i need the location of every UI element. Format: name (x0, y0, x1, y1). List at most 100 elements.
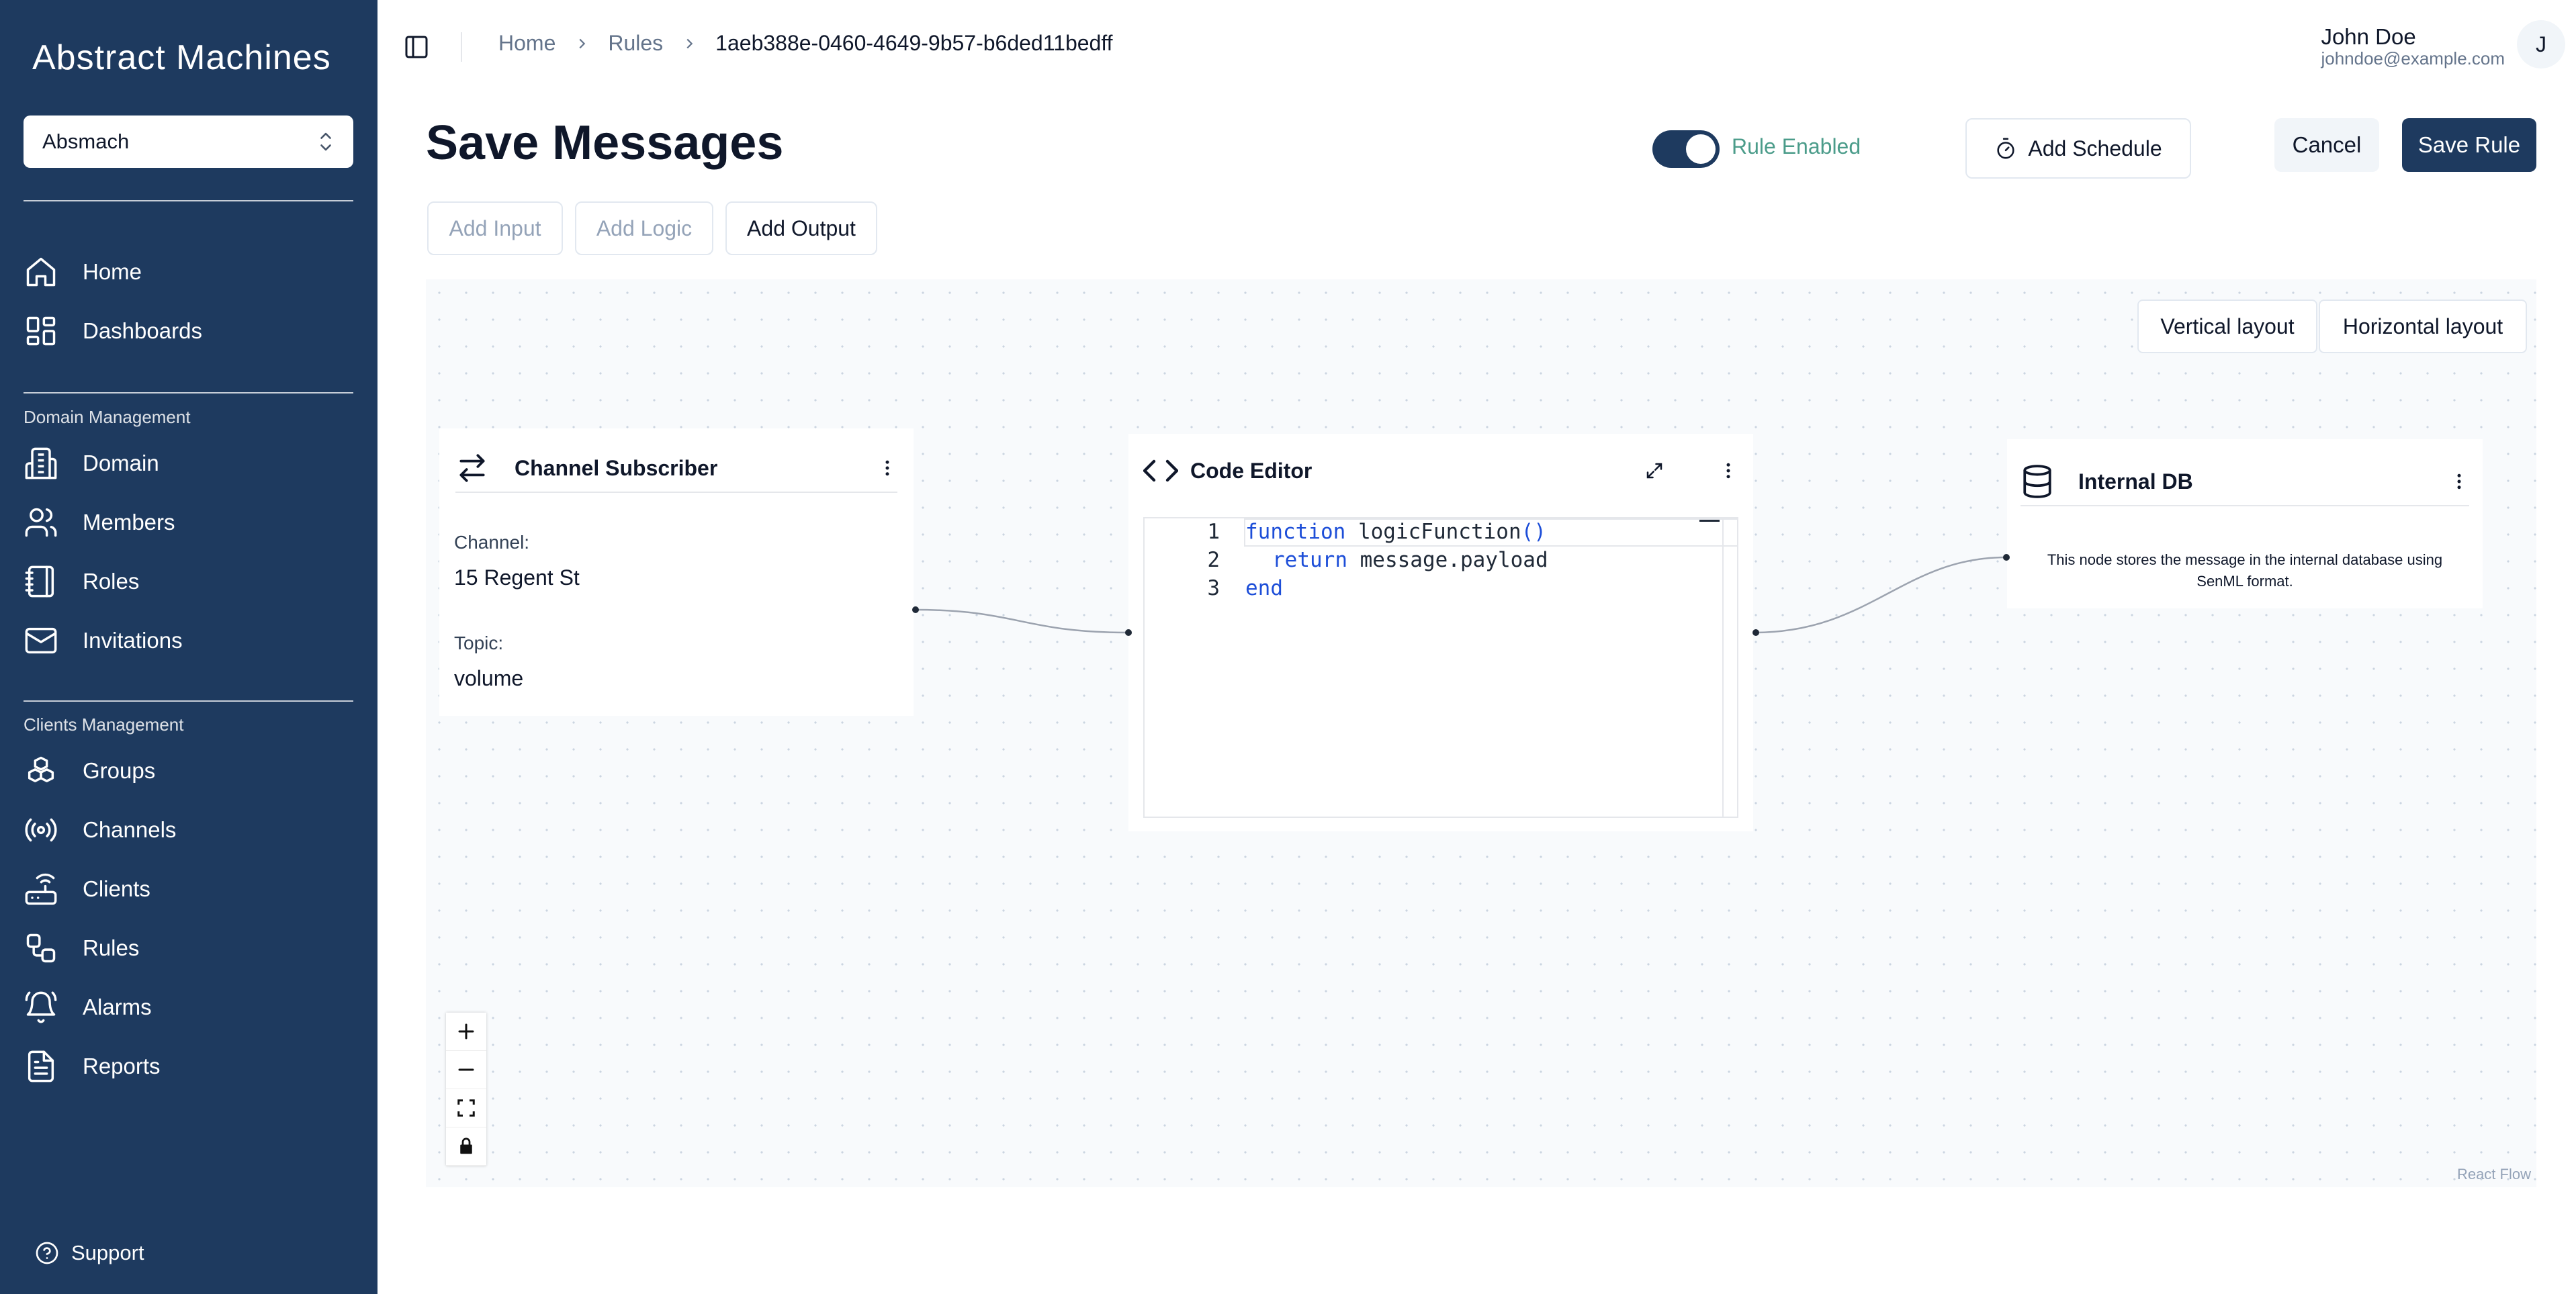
sidebar-item-domain[interactable]: Domain (24, 443, 159, 483)
rule-enabled-label: Rule Enabled (1732, 134, 1861, 158)
sidebar-item-dashboards[interactable]: Dashboards (24, 311, 202, 351)
sidebar-item-label: Domain (83, 451, 159, 475)
org-selector-value: Absmach (42, 130, 130, 153)
node-title: Code Editor (1190, 458, 1313, 483)
database-icon (2023, 465, 2051, 498)
sidebar-item-groups[interactable]: Groups (24, 751, 155, 791)
maximize-icon[interactable] (1644, 461, 1664, 481)
code-keyword: function (1245, 520, 1346, 544)
more-vertical-icon[interactable] (877, 458, 897, 478)
toggle-knob (1686, 134, 1716, 164)
breadcrumb-home[interactable]: Home (498, 31, 556, 56)
node-code-editor[interactable]: Code Editor 1 2 3 function logicFunction… (1128, 434, 1753, 831)
flow-canvas[interactable]: Vertical layout Horizontal layout Channe… (426, 279, 2536, 1187)
node-channel-subscriber[interactable]: Channel Subscriber Channel: 15 Regent St… (439, 428, 914, 716)
code-line-2: return message.payload (1272, 548, 1548, 572)
sidebar-item-rules[interactable]: Rules (24, 928, 139, 968)
sidebar-section-domain: Domain Management (24, 407, 191, 427)
node-title: Channel Subscriber (515, 455, 718, 480)
workflow-icon (26, 933, 56, 963)
add-schedule-button[interactable]: Add Schedule (1965, 118, 2191, 179)
node-title: Internal DB (2078, 469, 2193, 494)
rule-enabled-toggle[interactable] (1652, 130, 1720, 168)
arrow-left-right-icon (459, 454, 485, 482)
user-info[interactable]: John Doe johndoe@example.com (2321, 24, 2505, 69)
sidebar-toggle-icon[interactable] (403, 34, 430, 60)
code-line-3: end (1245, 576, 1283, 600)
breadcrumb-rules[interactable]: Rules (608, 31, 663, 56)
node-internal-db[interactable]: Internal DB This node stores the message… (2007, 439, 2483, 608)
horizontal-layout-button[interactable]: Horizontal layout (2319, 299, 2527, 353)
channel-value: 15 Regent St (454, 565, 580, 590)
sidebar-item-label: Clients (83, 876, 150, 901)
zoom-out-button[interactable] (446, 1051, 486, 1089)
save-rule-button[interactable]: Save Rule (2402, 118, 2536, 172)
vertical-layout-button[interactable]: Vertical layout (2137, 299, 2317, 353)
sidebar-item-roles[interactable]: Roles (24, 561, 139, 602)
cancel-button[interactable]: Cancel (2274, 118, 2379, 172)
node-header: Channel Subscriber (455, 445, 897, 493)
sidebar-item-members[interactable]: Members (24, 502, 175, 543)
code-line-1: function logicFunction() (1245, 520, 1546, 544)
sidebar-section-clients: Clients Management (24, 714, 184, 735)
line-number: 2 (1207, 548, 1220, 572)
flow-controls (446, 1013, 486, 1166)
zoom-in-button[interactable] (446, 1013, 486, 1051)
editor-scroll-marker (1699, 520, 1720, 522)
topic-label: Topic: (454, 633, 504, 653)
lock-button[interactable] (446, 1127, 486, 1166)
code-input-handle[interactable] (1125, 629, 1132, 636)
sidebar-item-reports[interactable]: Reports (24, 1046, 161, 1087)
sidebar-item-label: Dashboards (83, 318, 202, 343)
code-text: message.payload (1347, 548, 1548, 572)
sidebar-item-channels[interactable]: Channels (24, 810, 176, 850)
sidebar-item-label: Members (83, 510, 175, 535)
node-description: This node stores the message in the inte… (2047, 551, 2443, 590)
mail-icon (25, 627, 57, 654)
house-icon (26, 257, 56, 287)
code-editor-area[interactable]: 1 2 3 function logicFunction() return me… (1143, 517, 1738, 818)
sidebar-item-label: Channels (83, 817, 177, 842)
avatar[interactable]: J (2517, 20, 2565, 68)
app-logo[interactable]: Abstract Machines (32, 38, 331, 78)
chevron-right-icon (579, 38, 586, 48)
code-paren: () (1521, 520, 1546, 544)
react-flow-attribution[interactable]: React Flow (2457, 1166, 2531, 1183)
edge-subscriber-to-code (914, 608, 1128, 634)
sidebar-item-label: Alarms (83, 995, 152, 1019)
node-header: Code Editor (1143, 454, 1738, 488)
add-input-button[interactable]: Add Input (427, 201, 563, 255)
boxes-icon (28, 756, 54, 782)
support-link[interactable]: Support (35, 1241, 144, 1265)
notebook-icon (25, 565, 54, 598)
sidebar-item-clients[interactable]: Clients (24, 869, 150, 909)
sidebar-item-label: Reports (83, 1054, 161, 1078)
breadcrumb-current: 1aeb388e-0460-4649-9b57-b6ded11bedff (715, 31, 1113, 55)
sidebar-item-invitations[interactable]: Invitations (24, 620, 183, 661)
add-output-button[interactable]: Add Output (725, 201, 877, 255)
page-title: Save Messages (426, 116, 784, 170)
org-selector[interactable]: Absmach (24, 115, 353, 168)
file-text-icon (28, 1050, 54, 1082)
chevron-right-icon (686, 38, 693, 48)
sidebar-item-home[interactable]: Home (24, 252, 142, 292)
sidebar-item-alarms[interactable]: Alarms (24, 987, 152, 1027)
fit-view-icon (457, 1099, 475, 1117)
code-text: logicFunction (1345, 520, 1521, 544)
sidebar-divider (24, 200, 353, 201)
editor-scrollbar[interactable] (1722, 518, 1724, 817)
add-logic-button[interactable]: Add Logic (575, 201, 713, 255)
code-icon (1143, 459, 1178, 482)
code-output-handle[interactable] (1752, 629, 1759, 636)
plus-icon (458, 1023, 474, 1039)
more-vertical-icon[interactable] (2449, 471, 2469, 492)
sidebar-divider (24, 700, 353, 702)
user-email: johndoe@example.com (2321, 48, 2505, 68)
db-input-handle[interactable] (2003, 554, 2010, 561)
subscriber-output-handle[interactable] (912, 606, 919, 613)
fit-view-button[interactable] (446, 1089, 486, 1127)
more-vertical-icon[interactable] (1718, 461, 1738, 481)
user-name: John Doe (2321, 24, 2416, 49)
sidebar-item-label: Groups (83, 758, 156, 783)
minus-icon (458, 1068, 474, 1071)
